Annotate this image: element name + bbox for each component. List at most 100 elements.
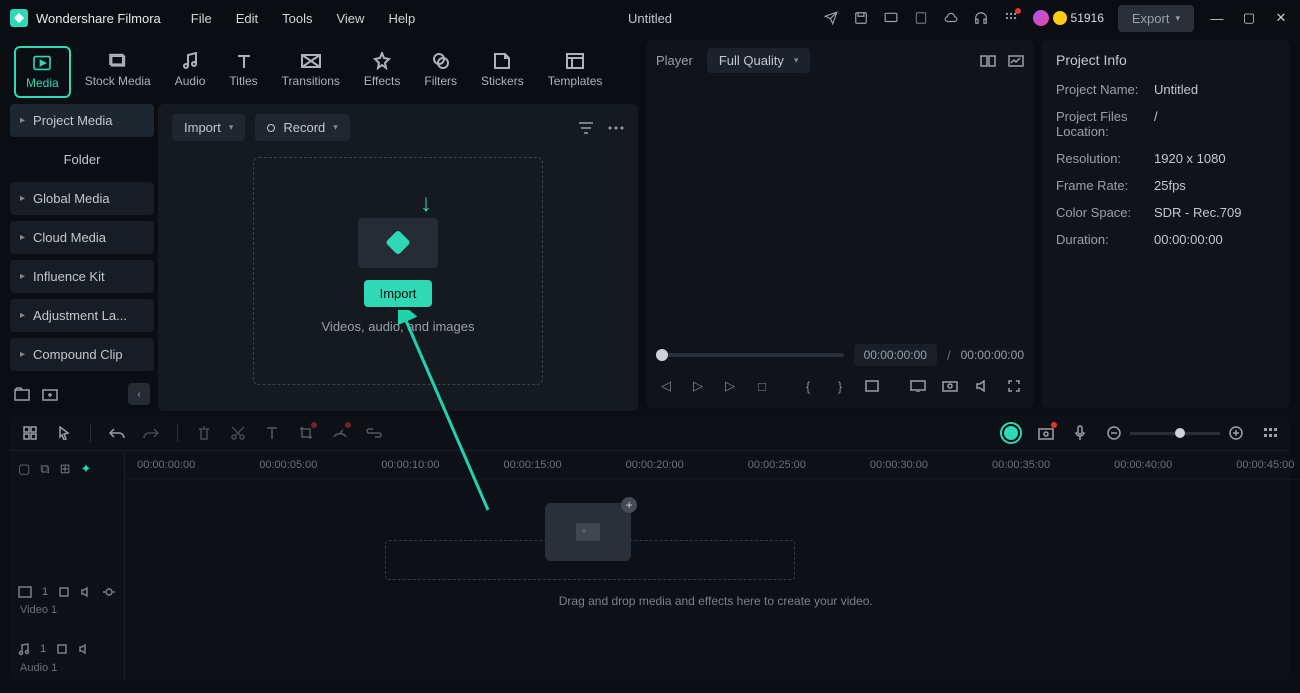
media-panel: Media Stock Media Audio Titles Transitio… xyxy=(10,40,638,408)
stop-icon[interactable]: □ xyxy=(754,378,770,394)
volume-icon[interactable] xyxy=(974,378,990,394)
tab-stock-media[interactable]: Stock Media xyxy=(75,46,161,98)
headphones-icon[interactable] xyxy=(973,10,989,26)
quality-selector[interactable]: Full Quality▾ xyxy=(707,48,811,73)
mic-icon[interactable] xyxy=(1072,425,1088,441)
avatar xyxy=(1033,10,1049,26)
send-icon[interactable] xyxy=(823,10,839,26)
close-button[interactable]: ✕ xyxy=(1272,10,1290,26)
zoom-slider[interactable] xyxy=(1130,432,1220,435)
player-viewport[interactable] xyxy=(656,73,1024,338)
export-button[interactable]: Export▾ xyxy=(1118,5,1194,32)
video-track-header[interactable]: 1 xyxy=(18,580,116,604)
fullscreen-icon[interactable] xyxy=(1006,378,1022,394)
account-coins[interactable]: 51916 xyxy=(1033,10,1104,26)
placeholder-clip[interactable] xyxy=(545,503,631,561)
total-time: 00:00:00:00 xyxy=(961,348,1024,362)
current-time: 00:00:00:00 xyxy=(854,344,937,366)
zoom-in-icon[interactable] xyxy=(1228,425,1244,441)
menu-help[interactable]: Help xyxy=(388,11,415,26)
app-name: Wondershare Filmora xyxy=(36,11,161,26)
redo-icon[interactable] xyxy=(143,425,159,441)
media-browser: Import▾ Record▾ ↓ Import Videos, audio, … xyxy=(158,104,638,411)
play-icon[interactable]: ▷ xyxy=(690,378,706,394)
cut-icon[interactable] xyxy=(230,425,246,441)
sidebar-global-media[interactable]: ▸Global Media xyxy=(10,182,154,215)
grid-icon[interactable] xyxy=(22,425,38,441)
undo-icon[interactable] xyxy=(109,425,125,441)
speed-icon[interactable] xyxy=(332,425,348,441)
mark-out-icon[interactable]: } xyxy=(832,378,848,394)
filter-icon[interactable] xyxy=(578,120,594,136)
timeline-tracks[interactable]: 00:00:00:0000:00:05:0000:00:10:0000:00:1… xyxy=(125,451,1300,680)
zoom-out-icon[interactable] xyxy=(1106,425,1122,441)
more-icon[interactable] xyxy=(608,120,624,136)
scopes-icon[interactable] xyxy=(1008,53,1024,69)
device-icon[interactable] xyxy=(913,10,929,26)
record-dropdown[interactable]: Record▾ xyxy=(255,114,349,141)
display-icon[interactable] xyxy=(910,378,926,394)
mark-in-icon[interactable]: { xyxy=(800,378,816,394)
timeline-drop-text: Drag and drop media and effects here to … xyxy=(125,594,1300,608)
menu-view[interactable]: View xyxy=(336,11,364,26)
document-title: Untitled xyxy=(628,11,672,26)
aspect-icon[interactable] xyxy=(864,378,880,394)
cloud-icon[interactable] xyxy=(943,10,959,26)
new-folder-icon[interactable] xyxy=(42,386,58,402)
compare-icon[interactable] xyxy=(980,53,996,69)
scrub-bar[interactable] xyxy=(656,353,844,357)
tab-stickers[interactable]: Stickers xyxy=(471,46,534,98)
crop-icon[interactable] xyxy=(298,425,314,441)
menu-edit[interactable]: Edit xyxy=(236,11,258,26)
tab-templates[interactable]: Templates xyxy=(538,46,613,98)
ai-button[interactable] xyxy=(1002,424,1020,442)
prev-frame-icon[interactable]: ◁ xyxy=(658,378,674,394)
import-dropdown[interactable]: Import▾ xyxy=(172,114,245,141)
link-icon[interactable] xyxy=(366,425,382,441)
main-menu: File Edit Tools View Help xyxy=(191,11,415,26)
dropzone-text: Videos, audio, and images xyxy=(322,319,475,334)
coin-count: 51916 xyxy=(1071,11,1104,25)
new-bin-icon[interactable] xyxy=(14,386,30,402)
sidebar-influence-kit[interactable]: ▸Influence Kit xyxy=(10,260,154,293)
tab-titles[interactable]: Titles xyxy=(219,46,267,98)
mode-3-icon[interactable]: ⊞ xyxy=(60,461,71,477)
next-frame-icon[interactable]: ▷ xyxy=(722,378,738,394)
mode-2-icon[interactable]: ⧉ xyxy=(40,461,49,477)
pointer-icon[interactable] xyxy=(56,425,72,441)
sidebar-compound-clip[interactable]: ▸Compound Clip xyxy=(10,338,154,371)
menu-tools[interactable]: Tools xyxy=(282,11,312,26)
tab-effects[interactable]: Effects xyxy=(354,46,410,98)
import-dropzone[interactable]: ↓ Import Videos, audio, and images xyxy=(253,157,543,385)
menu-file[interactable]: File xyxy=(191,11,212,26)
mode-4-icon[interactable]: ✦ xyxy=(81,461,92,477)
save-icon[interactable] xyxy=(853,10,869,26)
tab-audio[interactable]: Audio xyxy=(165,46,216,98)
audio-track-label: Audio 1 xyxy=(18,662,116,674)
collapse-sidebar-button[interactable]: ‹ xyxy=(128,383,150,405)
tab-transitions[interactable]: Transitions xyxy=(272,46,350,98)
player-controls: ◁ ▷ ▷ □ { } xyxy=(656,372,1024,400)
time-ruler[interactable]: 00:00:00:0000:00:05:0000:00:10:0000:00:1… xyxy=(125,451,1300,480)
sidebar-adjustment-layer[interactable]: ▸Adjustment La... xyxy=(10,299,154,332)
audio-track-header[interactable]: 1 xyxy=(18,636,116,662)
camera-ai-icon[interactable] xyxy=(1038,425,1054,441)
apps-icon[interactable] xyxy=(1003,10,1019,26)
sidebar-cloud-media[interactable]: ▸Cloud Media xyxy=(10,221,154,254)
timeline-options-icon[interactable] xyxy=(1262,425,1278,441)
screen-icon[interactable] xyxy=(883,10,899,26)
media-sidebar: ▸Project Media Folder ▸Global Media ▸Clo… xyxy=(10,104,158,411)
delete-icon[interactable] xyxy=(196,425,212,441)
import-button[interactable]: Import xyxy=(364,280,433,307)
mode-1-icon[interactable]: ▢ xyxy=(18,461,30,477)
sidebar-project-media[interactable]: ▸Project Media xyxy=(10,104,154,137)
sidebar-folder[interactable]: Folder xyxy=(10,143,154,176)
snapshot-icon[interactable] xyxy=(942,378,958,394)
tab-media[interactable]: Media xyxy=(14,46,71,98)
tab-filters[interactable]: Filters xyxy=(414,46,467,98)
text-tool-icon[interactable] xyxy=(264,425,280,441)
minimize-button[interactable]: — xyxy=(1208,11,1226,26)
panel-tabs: Media Stock Media Audio Titles Transitio… xyxy=(10,40,638,98)
maximize-button[interactable]: ▢ xyxy=(1240,10,1258,26)
track-headers: ▢ ⧉ ⊞ ✦ 1 Video 1 1 Audio 1 xyxy=(10,451,125,680)
